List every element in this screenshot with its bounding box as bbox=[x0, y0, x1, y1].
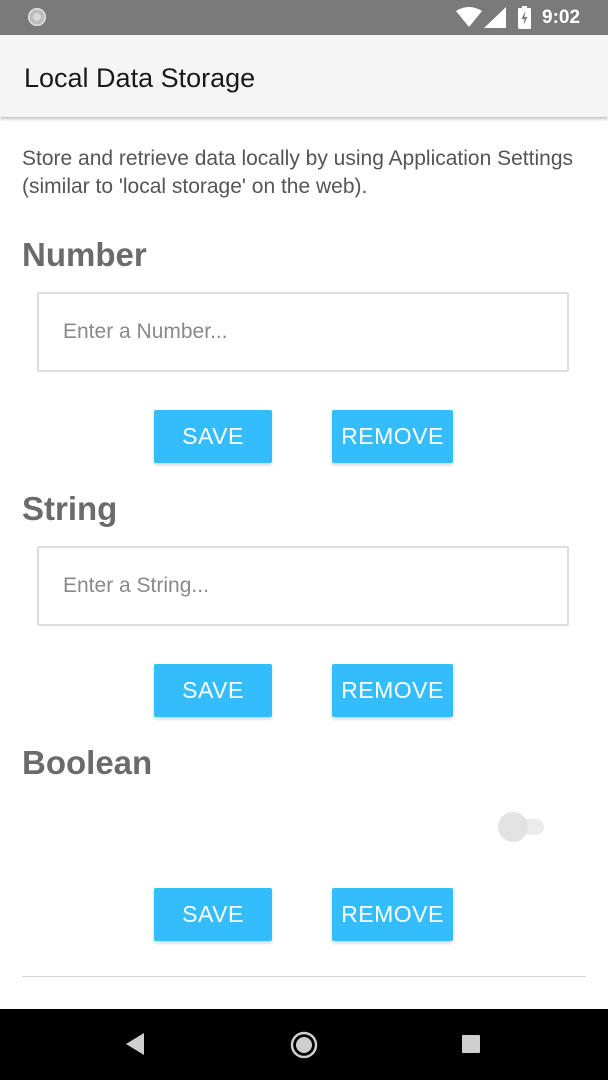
divider bbox=[22, 976, 586, 977]
boolean-remove-button[interactable]: REMOVE bbox=[332, 888, 453, 941]
navigation-bar bbox=[0, 1009, 608, 1080]
number-remove-button[interactable]: REMOVE bbox=[332, 410, 453, 463]
recents-icon[interactable] bbox=[462, 1035, 480, 1053]
boolean-section-title: Boolean bbox=[22, 744, 153, 781]
battery-charging-icon bbox=[518, 6, 531, 29]
string-input[interactable] bbox=[39, 548, 567, 624]
status-bar: 9:02 bbox=[0, 0, 608, 35]
number-save-button[interactable]: SAVE bbox=[154, 410, 272, 463]
string-field[interactable] bbox=[37, 546, 569, 626]
status-time: 9:02 bbox=[542, 7, 581, 28]
boolean-switch[interactable] bbox=[498, 812, 546, 842]
back-icon[interactable] bbox=[126, 1033, 144, 1055]
app-bar: Local Data Storage bbox=[0, 35, 608, 117]
home-icon[interactable] bbox=[290, 1031, 318, 1059]
number-section-title: Number bbox=[22, 236, 147, 273]
wifi-icon bbox=[456, 7, 482, 27]
string-section-title: String bbox=[22, 490, 118, 527]
number-input[interactable] bbox=[39, 294, 567, 370]
number-field[interactable] bbox=[37, 292, 569, 372]
boolean-save-button[interactable]: SAVE bbox=[154, 888, 272, 941]
intro-text: Store and retrieve data locally by using… bbox=[22, 147, 573, 198]
notification-dot-icon bbox=[28, 8, 46, 26]
switch-thumb bbox=[498, 812, 528, 842]
signal-icon bbox=[484, 7, 506, 28]
string-save-button[interactable]: SAVE bbox=[154, 664, 272, 717]
app-title: Local Data Storage bbox=[24, 63, 256, 93]
string-remove-button[interactable]: REMOVE bbox=[332, 664, 453, 717]
